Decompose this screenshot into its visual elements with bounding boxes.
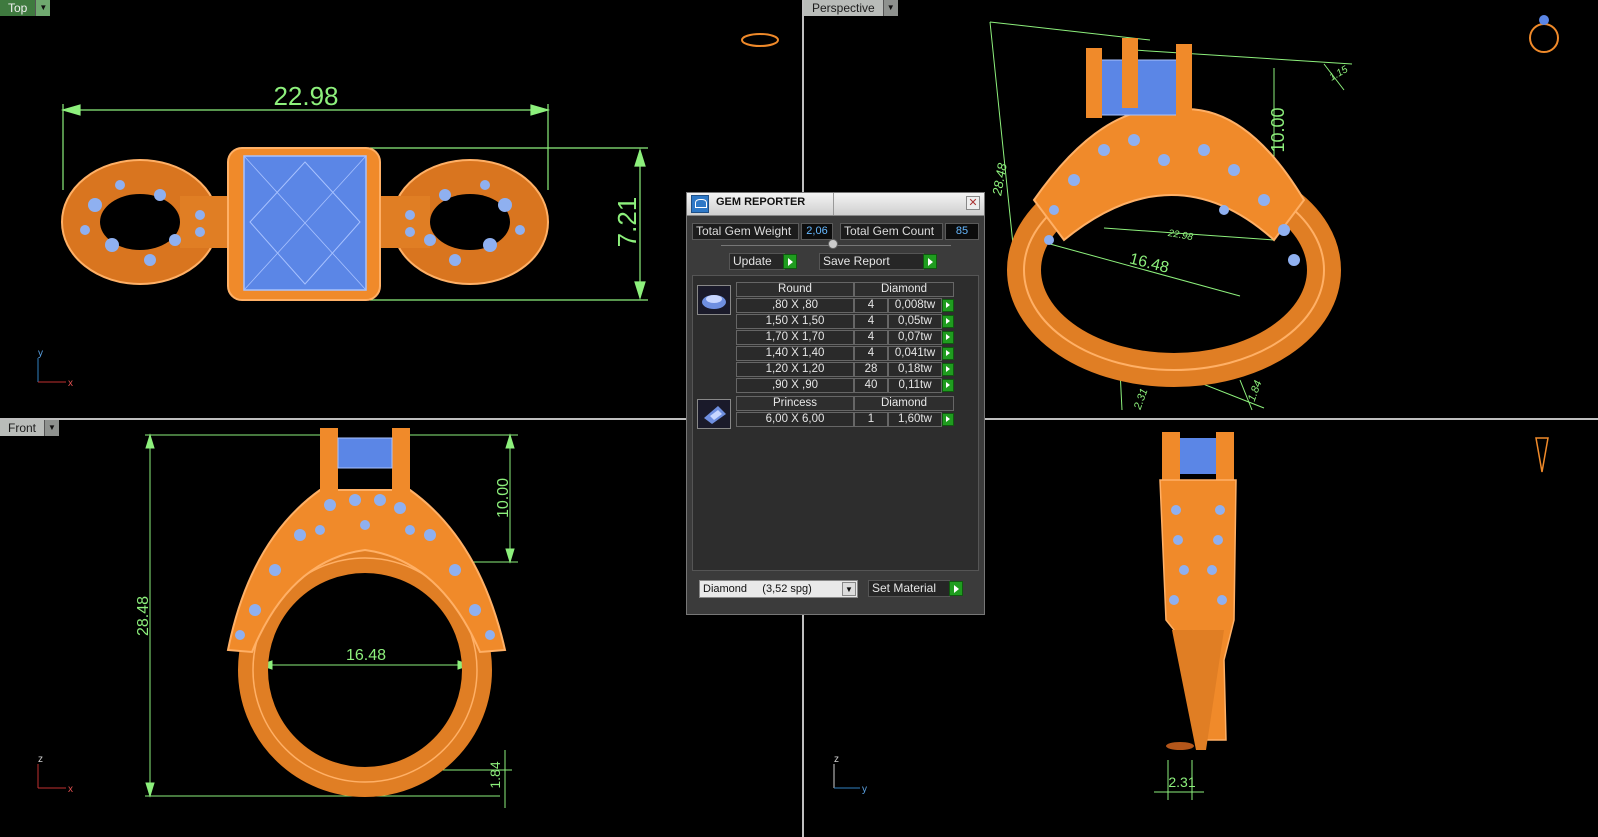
row-select-icon[interactable] [942, 299, 954, 312]
row-weight: 0,07tw [888, 330, 942, 345]
row-count: 4 [854, 298, 888, 313]
persp-small-c-dim: 1.15 [1328, 64, 1351, 83]
group-shape-header: Princess [736, 396, 854, 411]
row-count: 28 [854, 362, 888, 377]
persp-height-dim: 28.48 [989, 161, 1010, 197]
front-view-canvas: 28.48 10.00 16.48 1.84 z x [37, 428, 518, 808]
viewport-front[interactable]: 28.48 10.00 16.48 1.84 z x Front ▼ [0, 420, 802, 837]
row-weight: 0,18tw [888, 362, 942, 377]
set-material-go-icon[interactable] [949, 581, 963, 596]
row-size: ,90 X ,90 [736, 378, 854, 393]
row-count: 4 [854, 314, 888, 329]
axis-z-label: z [834, 754, 839, 765]
total-weight-value: 2,06 [801, 223, 833, 240]
row-weight: 1,60tw [888, 412, 942, 427]
right-shank-dim: 2.31 [1168, 774, 1195, 790]
top-view-canvas: 22.98 7.21 y x [37, 33, 779, 389]
row-weight: 0,041tw [888, 346, 942, 361]
ring-perspective-model [1007, 38, 1341, 387]
row-weight: 0,11tw [888, 378, 942, 393]
total-weight-label: Total Gem Weight [692, 223, 799, 240]
viewport-top-title: Top [0, 0, 36, 16]
axis-y-label: y [38, 348, 43, 359]
row-select-icon[interactable] [942, 331, 954, 344]
row-size: 1,50 X 1,50 [736, 314, 854, 329]
front-inner-dim: 16.48 [346, 647, 386, 664]
close-icon[interactable]: ✕ [966, 196, 980, 210]
group-material-header: Diamond [854, 396, 954, 411]
front-height-dim: 28.48 [135, 596, 152, 636]
persp-small-b-dim: 1.84 [1246, 379, 1265, 403]
front-gem-dim: 10.00 [495, 478, 512, 518]
row-count: 4 [854, 346, 888, 361]
total-count-label: Total Gem Count [840, 223, 943, 240]
row-size: 1,40 X 1,40 [736, 346, 854, 361]
group-material-header: Diamond [854, 282, 954, 297]
viewport-top-tab[interactable]: Top ▼ [0, 0, 51, 16]
gem-table[interactable]: Round Diamond ,80 X ,80 4 0,008tw 1,50 X… [692, 275, 979, 571]
row-weight: 0,008tw [888, 298, 942, 313]
update-go-icon[interactable] [783, 254, 797, 269]
row-count: 1 [854, 412, 888, 427]
ring-top-model [61, 147, 549, 301]
update-button[interactable]: Update [729, 253, 785, 270]
ring-preview-icon [1535, 437, 1549, 473]
group-shape-header: Round [736, 282, 854, 297]
axis-y-label: y [862, 784, 867, 795]
save-report-button[interactable]: Save Report [819, 253, 924, 270]
material-select-value: Diamond (3,52 spg) [703, 583, 812, 595]
row-size: 1,70 X 1,70 [736, 330, 854, 345]
gem-reporter-titlebar[interactable]: GEM REPORTER ✕ [687, 193, 984, 216]
persp-mid-dim: 22.98 [1166, 228, 1194, 243]
chevron-down-icon[interactable]: ▼ [44, 420, 60, 436]
gem-reporter-icon [691, 195, 709, 213]
row-select-icon[interactable] [942, 363, 954, 376]
gem-preview-icon [1539, 15, 1549, 25]
viewport-perspective-title: Perspective [804, 0, 883, 16]
row-select-icon[interactable] [942, 347, 954, 360]
princess-gem-icon [697, 399, 731, 429]
splitter-handle[interactable] [828, 239, 838, 249]
gem-reporter-title: GEM REPORTER [716, 196, 806, 208]
total-count-value: 85 [945, 223, 979, 240]
ring-front-model [226, 428, 507, 797]
row-size: ,80 X ,80 [736, 298, 854, 313]
row-count: 40 [854, 378, 888, 393]
row-count: 4 [854, 330, 888, 345]
titlebar-divider [833, 193, 834, 215]
viewport-front-title: Front [0, 420, 45, 436]
chevron-down-icon[interactable]: ▼ [842, 582, 856, 596]
chevron-down-icon[interactable]: ▼ [35, 0, 51, 16]
row-size: 1,20 X 1,20 [736, 362, 854, 377]
gem-reporter-panel[interactable]: GEM REPORTER ✕ Total Gem Weight 2,06 Tot… [686, 192, 985, 615]
viewport-top[interactable]: 22.98 7.21 y x Top ▼ [0, 0, 802, 418]
round-gem-icon [697, 285, 731, 315]
front-base-dim: 1.84 [487, 761, 503, 788]
viewport-front-tab[interactable]: Front ▼ [0, 420, 60, 436]
save-go-icon[interactable] [923, 254, 937, 269]
axis-z-label: z [38, 754, 43, 765]
top-height-dim: 7.21 [612, 197, 642, 248]
persp-inner-dim: 16.48 [1128, 251, 1171, 277]
set-material-button[interactable]: Set Material [868, 580, 950, 597]
top-width-dim: 22.98 [273, 81, 338, 111]
material-select[interactable]: Diamond (3,52 spg) ▼ [699, 580, 858, 598]
ring-side-model [1159, 432, 1237, 750]
ring-preview-icon [741, 33, 779, 47]
axis-x-label: x [68, 378, 73, 389]
persp-gem-dim: 10.00 [1268, 107, 1288, 152]
row-select-icon[interactable] [942, 413, 954, 426]
chevron-down-icon[interactable]: ▼ [882, 0, 898, 16]
viewport-perspective-tab[interactable]: Perspective ▼ [804, 0, 898, 16]
row-weight: 0,05tw [888, 314, 942, 329]
row-select-icon[interactable] [942, 315, 954, 328]
persp-small-a-dim: 2.31 [1132, 387, 1151, 412]
row-size: 6,00 X 6,00 [736, 412, 854, 427]
ring-preview-icon [1529, 23, 1559, 53]
axis-x-label: x [68, 784, 73, 795]
row-select-icon[interactable] [942, 379, 954, 392]
